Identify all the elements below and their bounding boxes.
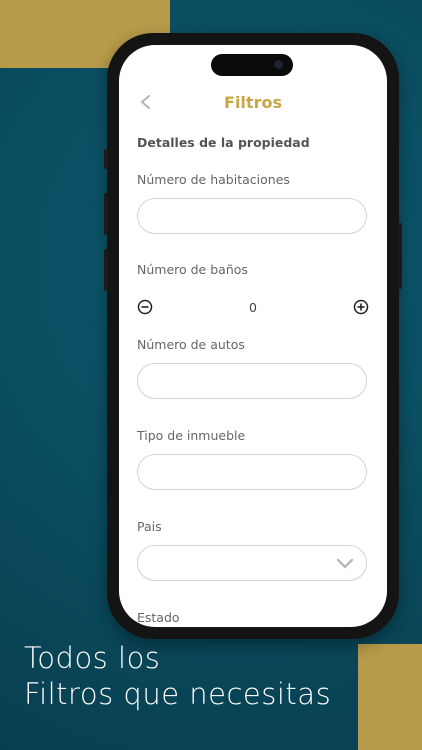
plus-circle-icon[interactable] <box>353 299 369 315</box>
volume-up-button <box>104 193 108 235</box>
section-title: Detalles de la propiedad <box>137 135 310 150</box>
tipo-inmueble-input[interactable] <box>137 454 367 490</box>
pais-select[interactable] <box>137 545 367 581</box>
dynamic-island <box>211 54 293 76</box>
gold-accent-bottom <box>358 644 422 750</box>
promo-line-2: Filtros que necesitas <box>24 677 332 711</box>
habitaciones-input[interactable] <box>137 198 367 234</box>
page-title: Filtros <box>224 93 282 112</box>
chevron-down-icon <box>336 558 354 569</box>
estado-label: Estado <box>137 610 180 625</box>
promo-line-1: Todos los <box>24 641 161 675</box>
phone-frame: Filtros Detalles de la propiedad Número … <box>104 33 402 639</box>
habitaciones-label: Número de habitaciones <box>137 172 290 187</box>
autos-label: Número de autos <box>137 337 245 352</box>
autos-input[interactable] <box>137 363 367 399</box>
volume-down-button <box>104 249 108 291</box>
power-button <box>398 223 402 289</box>
mute-switch <box>104 149 108 169</box>
promo-text: Todos los Filtros que necesitas <box>24 640 331 712</box>
banos-stepper: 0 <box>137 299 369 317</box>
pais-label: Pais <box>137 519 162 534</box>
app-screen: Filtros Detalles de la propiedad Número … <box>119 45 387 627</box>
banos-label: Número de baños <box>137 262 248 277</box>
banos-value: 0 <box>249 300 257 315</box>
camera-icon <box>274 60 283 69</box>
tipo-inmueble-label: Tipo de inmueble <box>137 428 246 443</box>
